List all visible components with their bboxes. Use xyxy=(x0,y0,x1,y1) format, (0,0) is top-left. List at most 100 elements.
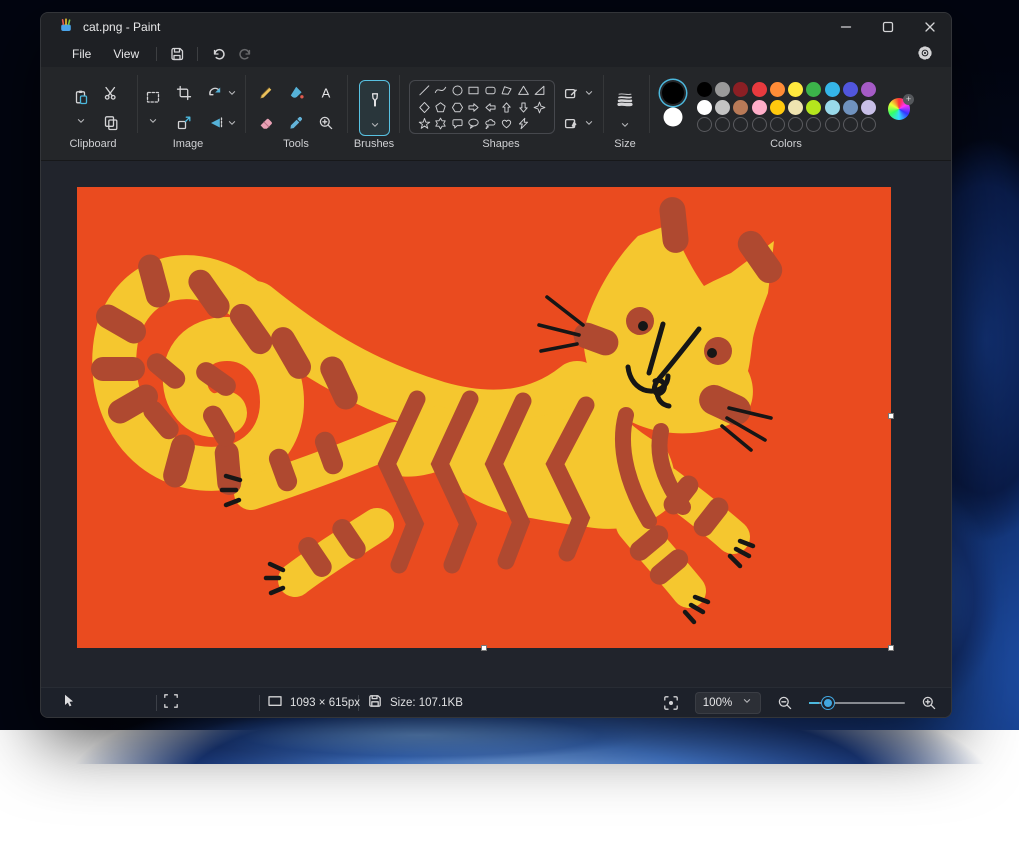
color-swatch-#b97a57[interactable] xyxy=(733,100,748,115)
image-group-label: Image xyxy=(173,138,204,150)
shape-arrow-right-icon[interactable] xyxy=(466,99,483,115)
zoom-out-button[interactable] xyxy=(771,692,799,714)
color-swatch-#5156dd[interactable] xyxy=(843,82,858,97)
color-swatch-#ffffff[interactable] xyxy=(697,100,712,115)
shape-pentagon-icon[interactable] xyxy=(433,99,450,115)
color-swatch-empty[interactable] xyxy=(733,117,748,132)
menu-view[interactable]: View xyxy=(102,44,150,64)
minimize-button[interactable] xyxy=(825,13,867,41)
color-swatch-#99d9ea[interactable] xyxy=(825,100,840,115)
menu-file[interactable]: File xyxy=(61,44,102,64)
color-swatch-empty[interactable] xyxy=(861,117,876,132)
brush-icon[interactable] xyxy=(362,87,388,113)
cut-button[interactable] xyxy=(98,80,124,106)
zoom-in-button[interactable] xyxy=(915,692,943,714)
shape-rectangle-icon[interactable] xyxy=(466,83,483,99)
color-swatch-#ff8c37[interactable] xyxy=(770,82,785,97)
size-dropdown-chevron-icon[interactable] xyxy=(612,112,638,138)
shape-fill-chevron-icon[interactable] xyxy=(576,110,602,136)
shape-five-point-star-icon[interactable] xyxy=(416,115,433,131)
rotate-dropdown-chevron-icon[interactable] xyxy=(219,80,245,106)
shape-hexagon-icon[interactable] xyxy=(449,99,466,115)
color-swatch-#ffe93e[interactable] xyxy=(788,82,803,97)
color-swatch-#b5e61d[interactable] xyxy=(806,100,821,115)
canvas-resize-handle-bottom[interactable] xyxy=(481,645,487,651)
redo-button[interactable] xyxy=(232,43,260,65)
brushes-dropdown-chevron-icon[interactable] xyxy=(362,112,388,138)
primary-color-swatch-selected[interactable] xyxy=(662,82,684,104)
color-picker-tool-button[interactable] xyxy=(283,110,309,136)
drawing-canvas[interactable] xyxy=(77,187,891,648)
shape-polygon-icon[interactable] xyxy=(499,83,516,99)
shape-heart-icon[interactable] xyxy=(499,115,516,131)
zoom-level-dropdown[interactable]: 100% xyxy=(695,692,761,714)
shape-four-point-star-icon[interactable] xyxy=(532,99,549,115)
text-tool-button[interactable]: A xyxy=(313,80,339,106)
color-swatch-empty[interactable] xyxy=(788,117,803,132)
color-swatch-#c3c3c3[interactable] xyxy=(715,100,730,115)
color-swatch-#efe4b0[interactable] xyxy=(788,100,803,115)
color-swatch-#9a9a9a[interactable] xyxy=(715,82,730,97)
flip-dropdown-chevron-icon[interactable] xyxy=(219,110,245,136)
crop-button[interactable] xyxy=(171,80,197,106)
select-dropdown-chevron-icon[interactable] xyxy=(140,108,166,134)
shape-six-point-star-icon[interactable] xyxy=(433,115,450,131)
brushes-button-selected[interactable] xyxy=(359,80,390,136)
zoom-slider-thumb[interactable] xyxy=(822,697,834,709)
color-swatch-#000000[interactable] xyxy=(697,82,712,97)
shape-arrow-up-icon[interactable] xyxy=(499,99,516,115)
zoom-to-fit-button[interactable] xyxy=(657,692,685,714)
copy-button[interactable] xyxy=(98,110,124,136)
maximize-button[interactable] xyxy=(867,13,909,41)
color-swatch-#8b1f24[interactable] xyxy=(733,82,748,97)
color-swatch-#35b5e8[interactable] xyxy=(825,82,840,97)
shape-rounded-rectangle-icon[interactable] xyxy=(482,83,499,99)
paste-dropdown-chevron-icon[interactable] xyxy=(68,108,94,134)
settings-button[interactable] xyxy=(911,42,939,64)
shape-right-triangle-icon[interactable] xyxy=(532,83,549,99)
color-swatch-#ffaec9[interactable] xyxy=(752,100,767,115)
select-button[interactable] xyxy=(140,84,166,110)
eraser-tool-button[interactable] xyxy=(253,110,279,136)
paste-button[interactable] xyxy=(68,84,94,110)
shape-oval-icon[interactable] xyxy=(449,83,466,99)
zoom-slider[interactable] xyxy=(809,696,905,710)
color-swatch-empty[interactable] xyxy=(806,117,821,132)
color-swatch-empty[interactable] xyxy=(715,117,730,132)
shape-arrow-left-icon[interactable] xyxy=(482,99,499,115)
fill-tool-button[interactable] xyxy=(283,80,309,106)
color-swatch-empty[interactable] xyxy=(843,117,858,132)
shape-curve-icon[interactable] xyxy=(433,83,450,99)
undo-button[interactable] xyxy=(204,43,232,65)
color-swatch-#e83a3e[interactable] xyxy=(752,82,767,97)
shape-lightning-icon[interactable] xyxy=(515,115,532,131)
close-button[interactable] xyxy=(909,13,951,41)
color-swatch-empty[interactable] xyxy=(825,117,840,132)
shape-oval-callout-icon[interactable] xyxy=(466,115,483,131)
save-button[interactable] xyxy=(163,43,191,65)
shape-arrow-down-icon[interactable] xyxy=(515,99,532,115)
color-swatch-#a55bc6[interactable] xyxy=(861,82,876,97)
shape-outline-chevron-icon[interactable] xyxy=(576,80,602,106)
secondary-color-swatch[interactable] xyxy=(664,108,683,127)
color-swatch-empty[interactable] xyxy=(770,117,785,132)
canvas-resize-handle-right[interactable] xyxy=(888,413,894,419)
color-swatch-#3cb44a[interactable] xyxy=(806,82,821,97)
titlebar[interactable]: cat.png - Paint xyxy=(41,13,951,41)
color-swatch-#ffc90e[interactable] xyxy=(770,100,785,115)
pencil-tool-button[interactable] xyxy=(253,80,279,106)
color-swatch-empty[interactable] xyxy=(697,117,712,132)
magnifier-tool-button[interactable] xyxy=(313,110,339,136)
color-swatch-empty[interactable] xyxy=(752,117,767,132)
size-button[interactable] xyxy=(612,86,638,112)
resize-button[interactable] xyxy=(171,110,197,136)
shape-rounded-callout-icon[interactable] xyxy=(449,115,466,131)
canvas-resize-handle-corner[interactable] xyxy=(888,645,894,651)
shape-cloud-callout-icon[interactable] xyxy=(482,115,499,131)
color-swatch-#7092be[interactable] xyxy=(843,100,858,115)
shape-line-icon[interactable] xyxy=(416,83,433,99)
shape-triangle-icon[interactable] xyxy=(515,83,532,99)
color-swatch-#c8bfe7[interactable] xyxy=(861,100,876,115)
edit-colors-wheel-button[interactable]: + xyxy=(888,98,910,120)
shape-diamond-icon[interactable] xyxy=(416,99,433,115)
